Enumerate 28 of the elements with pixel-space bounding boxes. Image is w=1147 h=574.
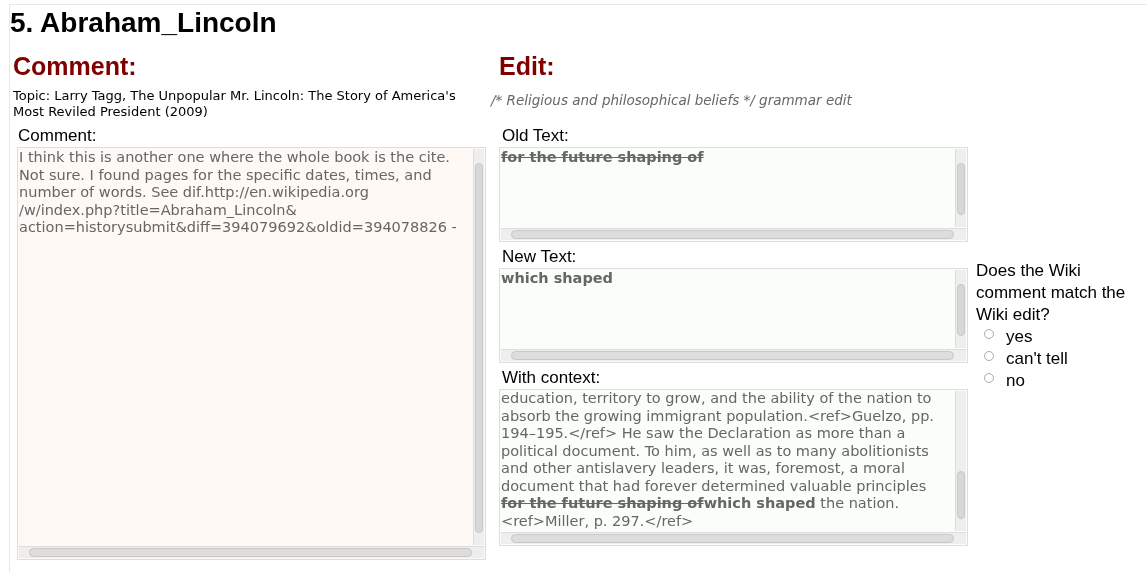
- comment-field[interactable]: I think this is another one where the whole book is the cite. Not sure. I found pages for the specific dates, times, and number of words. See dif.http://en.wikipedia.org /w/index.php?title=Abraham_Lincoln& action=historysubmit&diff=394079692&oldid=394078826 -: [17, 147, 486, 560]
- topic-text: Topic: Larry Tagg, The Unpopular Mr. Lincoln: The Story of America's Most Reviled President (2009): [13, 88, 457, 120]
- old-text-field[interactable]: for the future shaping of: [499, 147, 968, 242]
- field-label: New Text:: [502, 246, 578, 268]
- field-label: Old Text:: [502, 125, 570, 147]
- option-label: can't tell: [1006, 349, 1068, 369]
- option-label: no: [1006, 371, 1025, 391]
- horizontal-scrollbar[interactable]: [501, 532, 966, 544]
- vertical-scrollbar[interactable]: [473, 149, 484, 545]
- vertical-scrollbar[interactable]: [955, 391, 966, 531]
- radio-button[interactable]: [984, 373, 994, 383]
- horizontal-scrollbar[interactable]: [501, 228, 966, 240]
- section-heading: Comment:: [13, 52, 138, 80]
- field-label: With context:: [502, 367, 602, 389]
- vertical-scrollbar[interactable]: [955, 270, 966, 348]
- option-label: yes: [1006, 327, 1033, 347]
- radio-button[interactable]: [984, 329, 994, 339]
- horizontal-scrollbar[interactable]: [19, 546, 484, 558]
- field-label: Comment:: [18, 125, 98, 147]
- context-field[interactable]: education, territory to grow, and the ability of the nation to absorb the growing immigrant population.<ref>Guelzo, pp. 194–195.</ref> He saw the Declaration as more than a political document. To him, as well as to many abolitionists and other antislavery leaders, it was, foremost, a moral document that had forever determined valuable principles for the future shaping ofwhich shaped the nation. <ref>Miller, p. 297.</ref>: [499, 389, 968, 546]
- edit-summary: /* Religious and philosophical beliefs */ grammar edit: [491, 92, 853, 108]
- radio-button[interactable]: [984, 351, 994, 361]
- question-text: Does the Wiki comment match the Wiki edit?: [976, 260, 1127, 326]
- page-title: 5. Abraham_Lincoln: [10, 7, 278, 39]
- vertical-scrollbar[interactable]: [955, 149, 966, 227]
- horizontal-scrollbar[interactable]: [501, 349, 966, 361]
- section-heading: Edit:: [499, 52, 556, 80]
- new-text-field[interactable]: which shaped: [499, 268, 968, 363]
